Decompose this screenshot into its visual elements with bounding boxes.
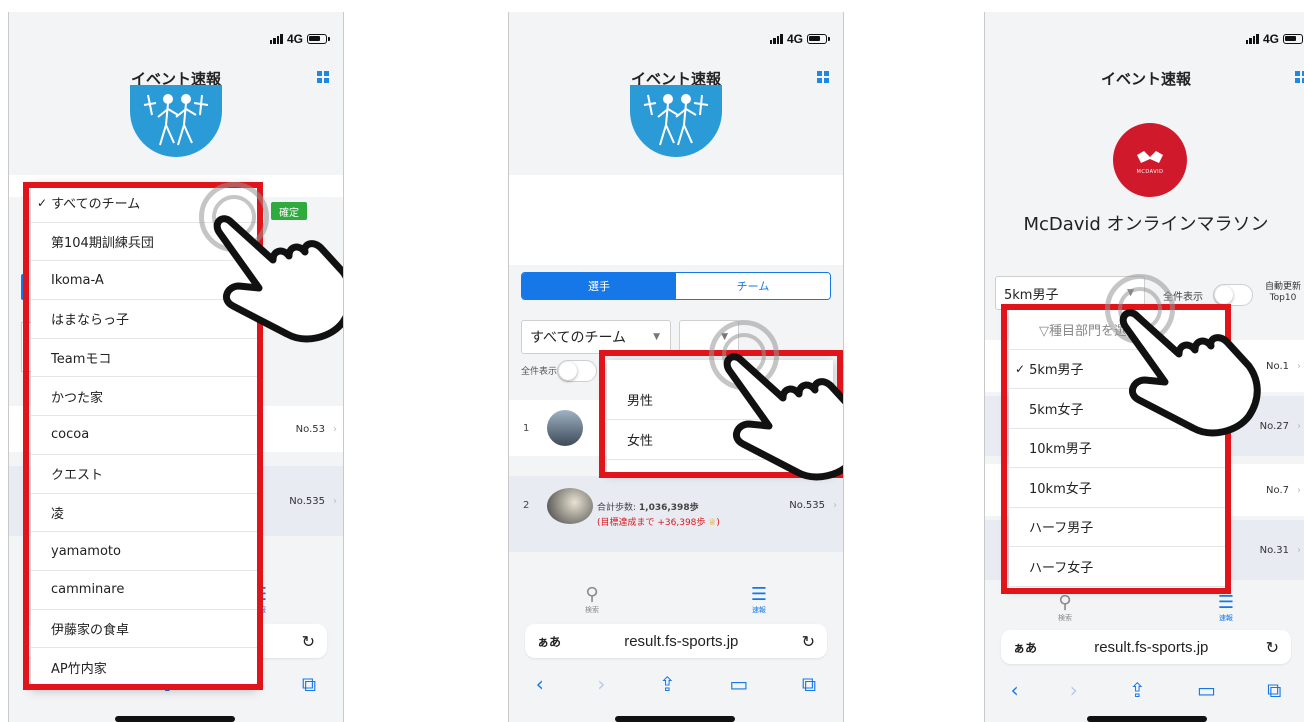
search-icon: ⚲ (1058, 591, 1072, 613)
tabs-icon[interactable]: ⧉ (1267, 678, 1281, 702)
tab-players[interactable]: 選手 (522, 273, 676, 299)
signal-icon (269, 34, 283, 44)
chevron-down-icon: ▼ (653, 332, 660, 342)
tab-label: 検索 (584, 605, 599, 614)
chevron-right-icon: › (1297, 484, 1301, 496)
forward-icon[interactable]: › (597, 672, 605, 696)
reload-icon[interactable]: ↻ (302, 632, 315, 651)
auto-update: 自動更新 Top10 (1265, 282, 1301, 304)
address-bar[interactable]: ぁあ result.fs-sports.jp ↻ (1001, 630, 1291, 664)
list-icon: ☰ (1217, 591, 1235, 613)
tab-label: 検索 (1057, 613, 1072, 622)
tab-results[interactable]: ☰ 速報 (751, 584, 767, 615)
event-logo (630, 85, 722, 157)
show-all-toggle[interactable] (557, 360, 597, 382)
battery-icon (1283, 34, 1303, 44)
bib-number: No.31 (1259, 544, 1289, 556)
url-text: result.fs-sports.jp (1094, 638, 1209, 656)
signal-icon (769, 34, 783, 44)
reload-icon[interactable]: ↻ (1266, 638, 1279, 657)
bib-number: No.1 (1266, 360, 1289, 372)
text-size-button[interactable]: ぁあ (537, 633, 561, 650)
home-indicator (1087, 716, 1207, 722)
goal-remaining: (目標達成まで +36,398歩 ♕) (597, 515, 720, 528)
share-icon[interactable]: ⇪ (659, 672, 676, 696)
chevron-right-icon: › (333, 495, 337, 507)
tabs-icon[interactable]: ⧉ (802, 672, 816, 696)
reload-icon[interactable]: ↻ (802, 632, 815, 651)
segment-control[interactable]: 選手 チーム (521, 272, 831, 300)
pointing-hand-icon (1119, 309, 1261, 437)
page-title: イベント速報 (1100, 70, 1191, 88)
bib-number: No.7 (1266, 484, 1289, 496)
pointing-hand-icon (723, 353, 843, 481)
home-indicator (115, 716, 235, 722)
phone-screen-category-filter: 4G イベント速報 MCDAVID McDavid オンラインマラソン 5km男… (984, 12, 1304, 722)
list-icon: ☰ (750, 583, 768, 605)
tab-label: 速報 (1218, 613, 1233, 622)
status-bar: 4G (769, 32, 830, 46)
top10-label: Top10 (1269, 293, 1297, 303)
qr-code-icon[interactable] (317, 71, 329, 83)
tab-bar: ⚲検索 ☰速報 (509, 576, 843, 622)
browser-toolbar: ‹ › ⇪ ▭ ⧉ (509, 662, 843, 706)
bib-number: No.535 (289, 495, 325, 507)
tab-results[interactable]: ☰ 速報 (1218, 592, 1234, 623)
network-label: 4G (1262, 32, 1279, 46)
select-value: すべてのチーム (530, 330, 627, 346)
goal-text: (目標達成まで +36,398歩 (597, 518, 706, 528)
qr-code-icon[interactable] (817, 71, 829, 83)
brand-text: MCDAVID (1136, 169, 1164, 175)
team-select[interactable]: すべてのチーム ▼ (521, 320, 671, 354)
chevron-right-icon: › (1297, 360, 1301, 372)
chevron-right-icon: › (333, 423, 337, 435)
browser-toolbar: ‹ › ⇪ ▭ ⧉ (985, 668, 1304, 712)
phone-screen-gender-filter: 4G イベント速報 選手 チーム すべてのチーム ▼ ▼ 全件表示 1 2 合計… (508, 12, 844, 722)
battery-icon (807, 34, 830, 44)
select-value: 5km男子 (1004, 287, 1059, 303)
url-text: result.fs-sports.jp (624, 632, 739, 650)
total-steps: 合計歩数: 1,036,398歩 (597, 500, 699, 513)
tab-search[interactable]: ⚲検索 (585, 584, 599, 615)
back-icon[interactable]: ‹ (536, 672, 544, 696)
avatar (547, 410, 583, 446)
event-title: McDavid オンラインマラソン (1023, 214, 1269, 235)
chevron-right-icon: › (1297, 544, 1301, 556)
forward-icon[interactable]: › (1070, 678, 1078, 702)
header-blank (509, 175, 843, 265)
bookmarks-icon[interactable]: ▭ (1197, 678, 1216, 702)
goal-close: ) (716, 518, 720, 528)
home-indicator (615, 716, 735, 722)
qr-code-icon[interactable] (1295, 71, 1304, 83)
battery-icon (307, 34, 330, 44)
back-icon[interactable]: ‹ (1011, 678, 1019, 702)
mcdavid-logo: MCDAVID (1113, 123, 1187, 197)
tab-search[interactable]: ⚲検索 (1058, 592, 1072, 623)
rank-number: 2 (523, 500, 530, 511)
avatar (547, 488, 593, 524)
phone-screen-team-filter: 4G イベント速報 確定 No.53 › No.535 › ⚲検索 ☰速報 ぁあ (8, 12, 344, 722)
tab-label: 速報 (751, 605, 766, 614)
bib-number: No.53 (295, 423, 325, 435)
tabs-icon[interactable]: ⧉ (302, 672, 316, 696)
chevron-right-icon: › (1297, 420, 1301, 432)
status-bar: 4G (1245, 32, 1303, 46)
signal-icon (1245, 34, 1259, 44)
steps-value: 1,036,398歩 (638, 503, 699, 513)
text-size-button[interactable]: ぁあ (1013, 639, 1037, 656)
steps-label: 合計歩数: (597, 503, 639, 513)
event-logo (130, 85, 222, 157)
pointing-hand-icon (213, 215, 343, 343)
status-bar: 4G (269, 32, 330, 46)
show-all-label: 全件表示 (521, 367, 558, 377)
bookmarks-icon[interactable]: ▭ (729, 672, 748, 696)
network-label: 4G (286, 32, 303, 46)
tab-teams[interactable]: チーム (676, 273, 830, 299)
search-icon: ⚲ (585, 583, 599, 605)
rank-number: 1 (523, 422, 530, 434)
address-bar[interactable]: ぁあ result.fs-sports.jp ↻ (525, 624, 827, 658)
network-label: 4G (786, 32, 803, 46)
share-icon[interactable]: ⇪ (1129, 678, 1146, 702)
auto-update-label: 自動更新 (1265, 282, 1302, 292)
